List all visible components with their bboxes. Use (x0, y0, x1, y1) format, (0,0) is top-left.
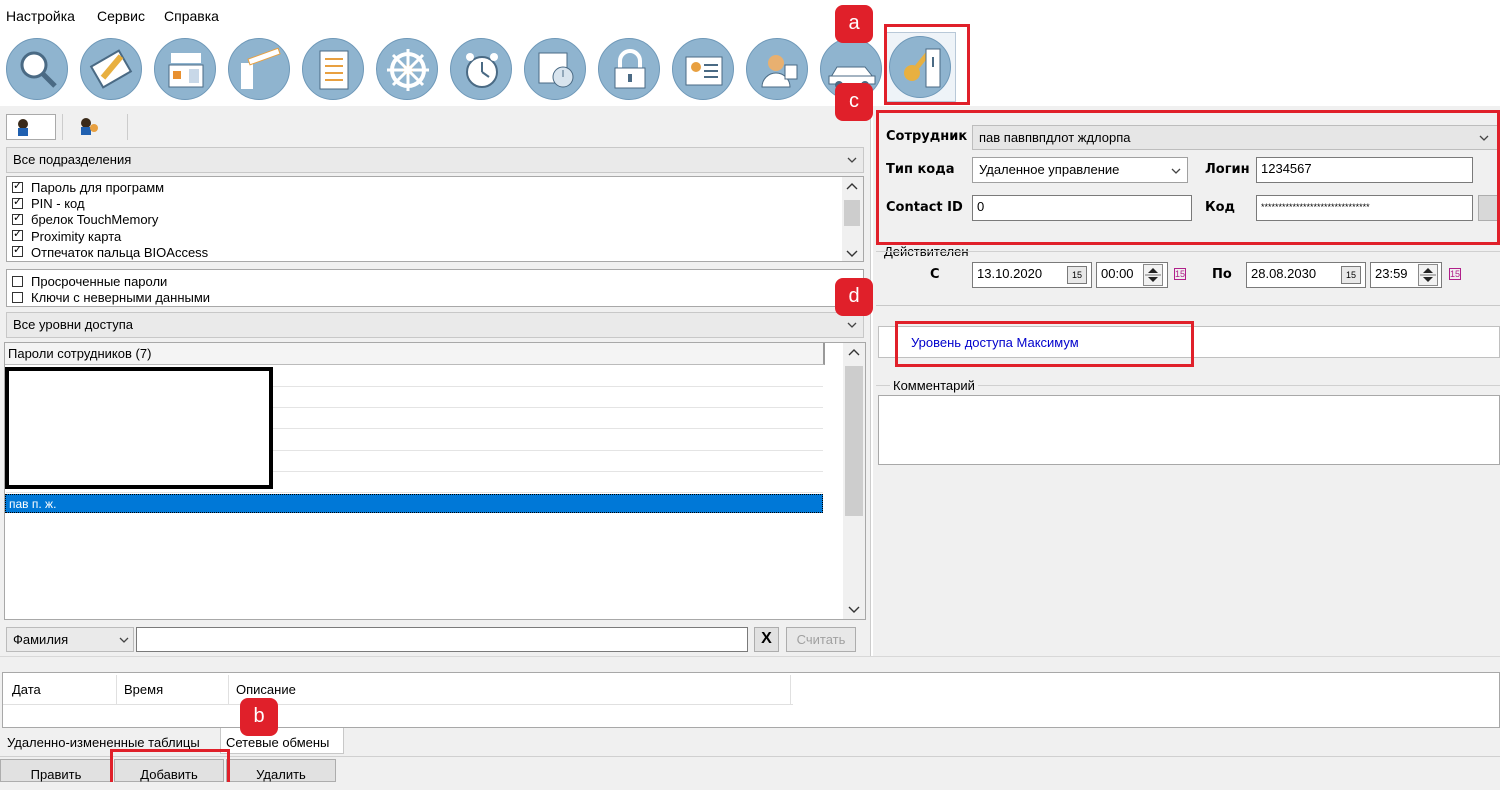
key-type-checkbox[interactable] (12, 179, 23, 193)
annotation-box-c (876, 110, 1500, 245)
department-filter[interactable]: Все подразделения (6, 147, 864, 173)
person-group-icon (78, 117, 100, 140)
department-filter-value: Все подразделения (13, 152, 132, 167)
menu-bar (0, 0, 1500, 30)
person-icon (14, 117, 34, 140)
menu-help[interactable]: Справка (164, 8, 219, 24)
from-time-value: 00:00 (1101, 266, 1134, 281)
to-time-value: 23:59 (1375, 266, 1408, 281)
from-time-spinner[interactable] (1143, 264, 1163, 286)
chevron-down-icon (119, 637, 129, 643)
expired-passwords-checkbox[interactable] (12, 276, 23, 287)
scroll-down-icon[interactable] (848, 604, 860, 614)
to-calendar-link-icon[interactable]: 15 (1449, 268, 1461, 280)
comment-textarea[interactable] (878, 395, 1500, 465)
annotation-badge-d: d (835, 278, 873, 316)
card-edit-icon[interactable] (80, 38, 142, 100)
document-list-icon[interactable] (302, 38, 364, 100)
column-divider (228, 675, 229, 705)
to-label: По (1212, 267, 1232, 282)
annotation-box-d (895, 321, 1194, 367)
log-column-date[interactable]: Дата (12, 682, 41, 697)
annotation-badge-b: b (240, 698, 278, 736)
annotation-box-a (884, 24, 970, 105)
tab-network-exchanges[interactable]: Сетевые обмены (220, 728, 344, 754)
log-header (3, 673, 793, 705)
delete-button[interactable]: Удалить (226, 759, 336, 782)
to-time-spinner[interactable] (1418, 264, 1438, 286)
edit-button[interactable]: Править (0, 759, 112, 782)
calendar-icon[interactable]: 15 (1067, 266, 1087, 284)
bottom-separator (0, 656, 1500, 668)
key-type-label: Пароль для программ (31, 180, 165, 195)
log-column-description[interactable]: Описание (236, 682, 296, 697)
expired-passwords-label: Просроченные пароли (31, 274, 168, 289)
annotation-badge-a: a (835, 5, 873, 43)
key-type-label: Отпечаток пальца BIOAccess (31, 245, 209, 260)
barrier-gate-icon[interactable] (228, 38, 290, 100)
invalid-keys-label: Ключи с неверными данными (31, 290, 211, 305)
key-type-label: PIN - код (31, 196, 85, 211)
from-calendar-link-icon[interactable]: 15 (1174, 268, 1186, 280)
tab-network-exchanges-label: Сетевые обмены (226, 735, 330, 750)
helm-wheel-icon[interactable] (376, 38, 438, 100)
right-panel-divider (870, 108, 873, 656)
access-level-panel (876, 305, 1500, 307)
key-type-checkbox[interactable] (12, 211, 23, 225)
search-icon[interactable] (6, 38, 68, 100)
schedule-clock-icon[interactable] (524, 38, 586, 100)
read-button[interactable]: Считать (786, 627, 856, 652)
search-input[interactable] (136, 627, 748, 652)
search-field-select[interactable]: Фамилия (6, 627, 134, 652)
key-type-label: брелок TouchMemory (31, 212, 159, 227)
tab-remote-changed-tables[interactable]: Удаленно-измененные таблицы (7, 735, 200, 750)
table-row-selected[interactable]: пав п. ж. (5, 494, 823, 513)
alarm-clock-icon[interactable] (450, 38, 512, 100)
key-type-checkbox[interactable] (12, 195, 23, 209)
scroll-thumb[interactable] (845, 366, 863, 516)
calendar-icon[interactable]: 15 (1341, 266, 1361, 284)
padlock-icon[interactable] (598, 38, 660, 100)
annotation-box-b (110, 749, 230, 782)
key-type-label: Proximity карта (31, 229, 122, 244)
access-level-filter-value: Все уровни доступа (13, 317, 133, 332)
redaction-box (5, 367, 273, 489)
table-row[interactable] (6, 492, 823, 493)
column-divider (790, 675, 791, 705)
controller-device-icon[interactable] (154, 38, 216, 100)
key-type-checkbox[interactable] (12, 243, 23, 257)
chevron-down-icon (847, 322, 857, 328)
menu-settings[interactable]: Настройка (6, 8, 75, 24)
scroll-thumb[interactable] (844, 200, 860, 226)
invalid-keys-checkbox[interactable] (12, 292, 23, 303)
scroll-up-icon[interactable] (846, 182, 858, 192)
employee-icon[interactable] (746, 38, 808, 100)
annotation-badge-c: c (835, 83, 873, 121)
list-header-label: Пароли сотрудников (7) (8, 346, 152, 361)
id-card-icon[interactable] (672, 38, 734, 100)
scroll-up-icon[interactable] (848, 348, 860, 358)
from-label: С (930, 267, 940, 282)
column-divider (116, 675, 117, 705)
access-level-filter[interactable]: Все уровни доступа (6, 312, 864, 338)
comment-label: Комментарий (890, 378, 978, 393)
chevron-down-icon (847, 157, 857, 163)
list-header[interactable]: Пароли сотрудников (7) (5, 343, 825, 365)
from-date-value: 13.10.2020 (977, 266, 1043, 281)
selected-row-label: пав п. ж. (9, 497, 57, 511)
log-column-time[interactable]: Время (124, 682, 163, 697)
to-date-value: 28.08.2030 (1251, 266, 1317, 281)
search-field-value: Фамилия (13, 632, 69, 647)
clear-search-button[interactable]: X (754, 627, 779, 652)
key-type-checkbox[interactable] (12, 227, 23, 241)
menu-service[interactable]: Сервис (97, 8, 145, 24)
scroll-down-icon[interactable] (846, 248, 858, 258)
